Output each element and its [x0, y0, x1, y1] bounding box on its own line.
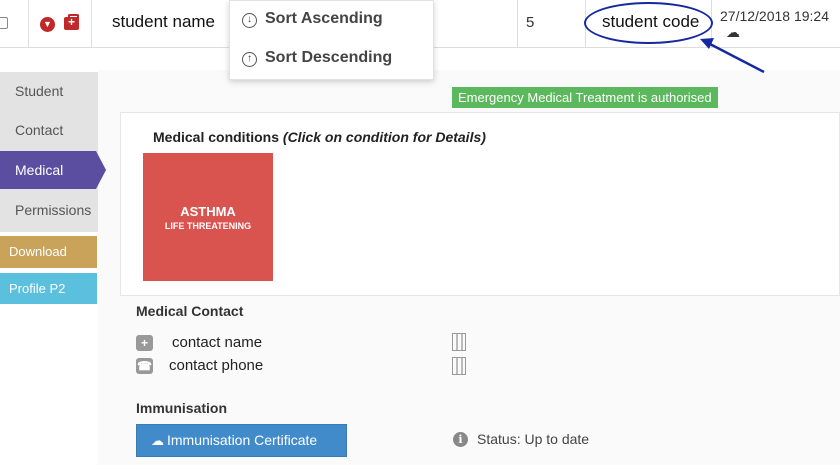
count-cell: 5	[526, 14, 535, 31]
contact-name: contact name	[172, 334, 263, 351]
tab-contact[interactable]: Contact	[0, 111, 98, 149]
phone-icon: ☎	[136, 358, 153, 374]
annotation-arrow	[700, 38, 765, 74]
arrow-down-circle-icon: ↓	[242, 13, 257, 28]
row-checkbox[interactable]	[0, 17, 8, 29]
immunisation-certificate-label: Immunisation Certificate	[167, 432, 318, 448]
condition-card-asthma[interactable]: ASTHMA LIFE THREATENING	[143, 153, 273, 281]
immunisation-status: Status: Up to date	[477, 431, 590, 447]
contact-phone: contact phone	[169, 357, 264, 374]
profile-p2-button[interactable]: Profile P2	[0, 273, 97, 304]
download-button[interactable]: Download	[0, 236, 97, 268]
chevron-down-icon[interactable]: ▼	[40, 17, 55, 32]
cell-divider	[91, 0, 92, 48]
info-circle-icon: i	[453, 432, 468, 447]
sort-descending-label: Sort Descending	[265, 49, 393, 66]
student-name-cell: student name	[112, 12, 216, 31]
cell-divider	[28, 0, 29, 48]
medical-conditions-heading: Medical conditions	[153, 129, 280, 145]
tab-student[interactable]: Student	[0, 72, 98, 110]
timestamp-cell: 27/12/2018 19:24	[720, 8, 829, 24]
tab-medical[interactable]: Medical	[0, 151, 106, 189]
medical-conditions-title: Medical conditions (Click on condition f…	[153, 129, 486, 145]
condition-severity: LIFE THREATENING	[164, 221, 252, 231]
hospital-icon: +	[136, 335, 153, 351]
medical-conditions-hint: (Click on condition for Details)	[282, 129, 486, 145]
cell-divider	[517, 0, 518, 48]
emergency-treatment-badge: Emergency Medical Treatment is authorise…	[452, 87, 718, 108]
condition-name: ASTHMA	[180, 204, 236, 219]
immunisation-certificate-button[interactable]: ☁ Immunisation Certificate	[136, 424, 347, 457]
sort-ascending-label: Sort Ascending	[265, 10, 383, 27]
arrow-up-circle-icon: ↑	[242, 52, 257, 67]
cloud-download-icon: ☁	[151, 433, 164, 448]
building-icon	[452, 333, 466, 351]
sidebar-tabs: Student Contact Medical Permissions	[0, 72, 106, 232]
sort-ascending-item[interactable]: ↓ Sort Ascending	[242, 10, 383, 28]
immunisation-title: Immunisation	[136, 400, 228, 416]
medical-contact-title: Medical Contact	[136, 303, 244, 319]
sort-descending-item[interactable]: ↑ Sort Descending	[242, 49, 392, 67]
building-icon	[452, 357, 466, 375]
tab-permissions[interactable]: Permissions	[0, 191, 98, 229]
medkit-icon	[64, 14, 79, 30]
sort-dropdown-menu: ↓ Sort Ascending ↑ Sort Descending	[229, 0, 434, 80]
